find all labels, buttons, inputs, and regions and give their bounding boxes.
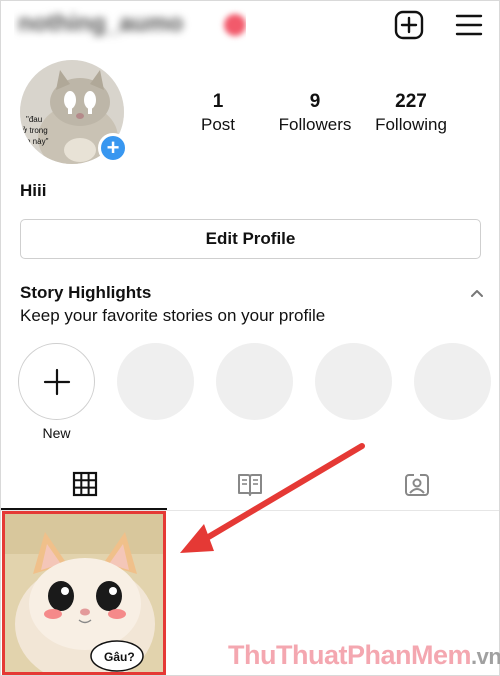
highlights-subtitle: Keep your favorite stories on your profi… bbox=[20, 306, 326, 325]
hamburger-menu-icon[interactable] bbox=[454, 10, 484, 40]
post-cat-image: Gâu? bbox=[5, 514, 163, 672]
plus-icon bbox=[43, 368, 71, 396]
username-text: nothing_aumo bbox=[18, 10, 184, 37]
highlight-placeholder bbox=[414, 343, 491, 420]
chevron-up-icon[interactable] bbox=[470, 287, 484, 299]
username-blurred[interactable]: nothing_aumo bbox=[14, 6, 246, 44]
watermark-part1: ThuThuat bbox=[228, 640, 347, 670]
highlight-placeholder bbox=[315, 343, 392, 420]
guides-book-icon[interactable] bbox=[236, 470, 264, 498]
followers-label: Followers bbox=[278, 115, 352, 134]
following-number: 227 bbox=[395, 91, 427, 112]
svg-text:"đau: "đau bbox=[26, 115, 42, 124]
svg-text:ở trong: ở trong bbox=[22, 126, 48, 135]
following-label: Following bbox=[375, 115, 447, 134]
followers-count[interactable]: 9 Followers bbox=[270, 90, 360, 136]
posts-label: Post bbox=[200, 115, 236, 134]
plus-icon: + bbox=[106, 135, 120, 160]
highlight-placeholder bbox=[216, 343, 293, 420]
username-dropdown-dot bbox=[224, 14, 246, 36]
watermark-part2: PhanMem bbox=[346, 640, 472, 670]
speech-bubble-text: Gâu? bbox=[104, 650, 135, 664]
add-story-badge[interactable]: + bbox=[98, 133, 128, 163]
watermark-part3: .vn bbox=[471, 644, 500, 669]
new-highlight-button[interactable] bbox=[18, 343, 95, 420]
highlight-placeholder bbox=[117, 343, 194, 420]
posts-number: 1 bbox=[212, 91, 224, 112]
highlights-title: Story Highlights bbox=[20, 283, 152, 302]
new-highlight-label: New bbox=[42, 425, 71, 441]
edit-profile-button[interactable]: Edit Profile bbox=[20, 219, 481, 259]
tagged-person-icon[interactable] bbox=[403, 470, 431, 498]
followers-number: 9 bbox=[309, 91, 321, 112]
post-thumbnail[interactable]: Gâu? bbox=[2, 511, 166, 675]
posts-count[interactable]: 1 Post bbox=[190, 90, 246, 136]
plus-square-icon[interactable] bbox=[394, 10, 424, 40]
following-count[interactable]: 227 Following bbox=[366, 90, 456, 136]
bio-text: Hiii bbox=[20, 181, 47, 200]
watermark: ThuThuatPhanMem.vn bbox=[228, 640, 500, 671]
grid-icon[interactable] bbox=[71, 470, 99, 498]
